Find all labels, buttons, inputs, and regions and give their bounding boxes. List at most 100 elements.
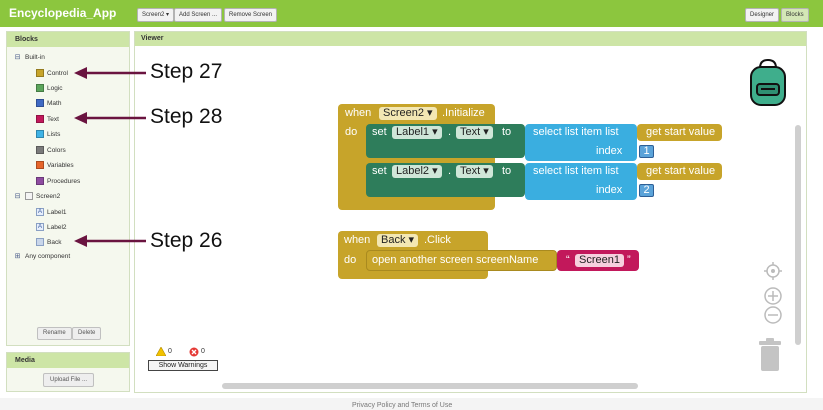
screen1-text-field[interactable]: Screen1 (575, 254, 624, 267)
expand-icon[interactable]: ⊞ (14, 253, 21, 260)
tree-any-component[interactable]: ⊞ Any component (14, 250, 71, 262)
block-drawer-label: Control (47, 69, 68, 77)
block-drawer-logic[interactable]: Logic (36, 82, 63, 94)
zoom-out-icon[interactable] (764, 306, 782, 324)
step26-arrow-icon (74, 235, 146, 247)
block-drawer-text[interactable]: Text (36, 113, 59, 125)
warning-count: 0 (168, 348, 172, 355)
block-drawer-label: Colors (47, 146, 66, 154)
collapse-icon[interactable]: ⊟ (14, 54, 21, 61)
control-swatch-icon (36, 69, 44, 77)
tree-builtin-label: Built-in (25, 53, 45, 61)
when-keyword: when (344, 234, 371, 246)
app-title: Encyclopedia_App (9, 6, 117, 20)
dot-separator: . (448, 165, 452, 177)
click-event-name: .Click (424, 234, 451, 246)
number-block[interactable]: 1 (639, 145, 654, 158)
text-swatch-icon (36, 115, 44, 123)
block-drawer-label: Text (47, 115, 59, 123)
block-drawer-lists[interactable]: Lists (36, 128, 60, 140)
screen2-dropdown[interactable]: Screen2 ▾ (379, 107, 437, 120)
blocks-button[interactable]: Blocks (781, 8, 809, 22)
step27-label: Step 27 (150, 60, 223, 83)
screen-icon (25, 192, 33, 200)
open-quote: “ (566, 254, 570, 266)
select-list-item-text: select list item list (533, 126, 619, 138)
block-drawer-label: Math (47, 99, 62, 107)
step27-arrow-icon (74, 67, 146, 79)
error-icon (189, 347, 199, 357)
blocks-panel-title: Blocks (7, 32, 129, 47)
block-drawer-control[interactable]: Control (36, 67, 68, 79)
tree-builtin[interactable]: ⊟ Built-in (14, 51, 45, 63)
number-block[interactable]: 2 (639, 184, 654, 197)
viewer-workspace[interactable]: Viewer (134, 31, 807, 393)
step28-arrow-icon (74, 112, 146, 124)
block-drawer-label: Procedures (47, 177, 81, 185)
backpack-icon[interactable] (744, 58, 792, 108)
block-drawer-colors[interactable]: Colors (36, 144, 66, 156)
initialize-event-name: .Initialize (442, 107, 485, 119)
index-label: index (596, 145, 623, 157)
add-screen-button[interactable]: Add Screen ... (174, 8, 223, 22)
warning-icon (156, 347, 166, 356)
do-keyword: do (344, 254, 357, 266)
to-keyword: to (502, 165, 512, 177)
do-keyword: do (345, 126, 358, 138)
trash-icon[interactable] (758, 338, 782, 372)
open-another-screen-text: open another screen screenName (372, 254, 539, 266)
tree-component-label: Label1 (47, 208, 67, 216)
variables-swatch-icon (36, 161, 44, 169)
tree-any-component-label: Any component (25, 252, 71, 260)
when-keyword: when (345, 107, 372, 119)
viewer-title: Viewer (135, 32, 806, 46)
screen-select-button[interactable]: Screen2 ▾ (137, 8, 175, 22)
select-list-item-text: select list item list (533, 165, 619, 177)
top-bar (0, 0, 823, 27)
privacy-policy-link[interactable]: Privacy Policy and Terms of Use (352, 402, 452, 409)
block-drawer-math[interactable]: Math (36, 97, 61, 109)
block-drawer-label: Lists (47, 130, 61, 138)
text-property-dropdown[interactable]: Text ▾ (456, 165, 493, 178)
label-component-icon: A (36, 223, 44, 231)
label2-dropdown[interactable]: Label2 ▾ (392, 165, 442, 178)
delete-button[interactable]: Delete (72, 327, 102, 340)
block-drawer-label: Logic (47, 84, 63, 92)
to-keyword: to (502, 126, 512, 138)
designer-button[interactable]: Designer (745, 8, 780, 22)
text-property-dropdown[interactable]: Text ▾ (456, 126, 493, 139)
rename-button[interactable]: Rename (37, 327, 72, 340)
remove-screen-button[interactable]: Remove Screen (224, 8, 278, 22)
back-dropdown[interactable]: Back ▾ (377, 234, 419, 247)
tree-component-label2[interactable]: A Label2 (36, 221, 67, 233)
procedures-swatch-icon (36, 177, 44, 185)
label1-dropdown[interactable]: Label1 ▾ (392, 126, 442, 139)
set-keyword: set (372, 126, 387, 138)
lists-swatch-icon (36, 130, 44, 138)
close-quote: ” (627, 254, 631, 266)
show-warnings-button[interactable]: Show Warnings (148, 360, 218, 371)
block-drawer-label: Variables (47, 161, 74, 169)
label-component-icon: A (36, 208, 44, 216)
step26-label: Step 26 (150, 229, 223, 252)
tree-component-label: Back (47, 238, 62, 246)
tree-screen2[interactable]: ⊟ Screen2 (14, 190, 60, 202)
horizontal-scrollbar[interactable] (222, 383, 638, 389)
get-start-value-text: get start value (646, 165, 716, 177)
block-drawer-procedures[interactable]: Procedures (36, 175, 80, 187)
set-keyword: set (372, 165, 387, 177)
zoom-in-icon[interactable] (764, 287, 782, 305)
math-swatch-icon (36, 99, 44, 107)
colors-swatch-icon (36, 146, 44, 154)
error-count: 0 (201, 348, 205, 355)
tree-component-label1[interactable]: A Label1 (36, 206, 67, 218)
tree-component-label: Label2 (47, 223, 67, 231)
upload-file-button[interactable]: Upload File ... (43, 373, 95, 387)
recenter-icon[interactable] (764, 262, 782, 280)
dot-separator: . (448, 126, 452, 138)
collapse-icon[interactable]: ⊟ (14, 193, 21, 200)
vertical-scrollbar[interactable] (795, 125, 801, 345)
tree-component-back[interactable]: Back (36, 236, 61, 248)
block-drawer-variables[interactable]: Variables (36, 159, 74, 171)
logic-swatch-icon (36, 84, 44, 92)
